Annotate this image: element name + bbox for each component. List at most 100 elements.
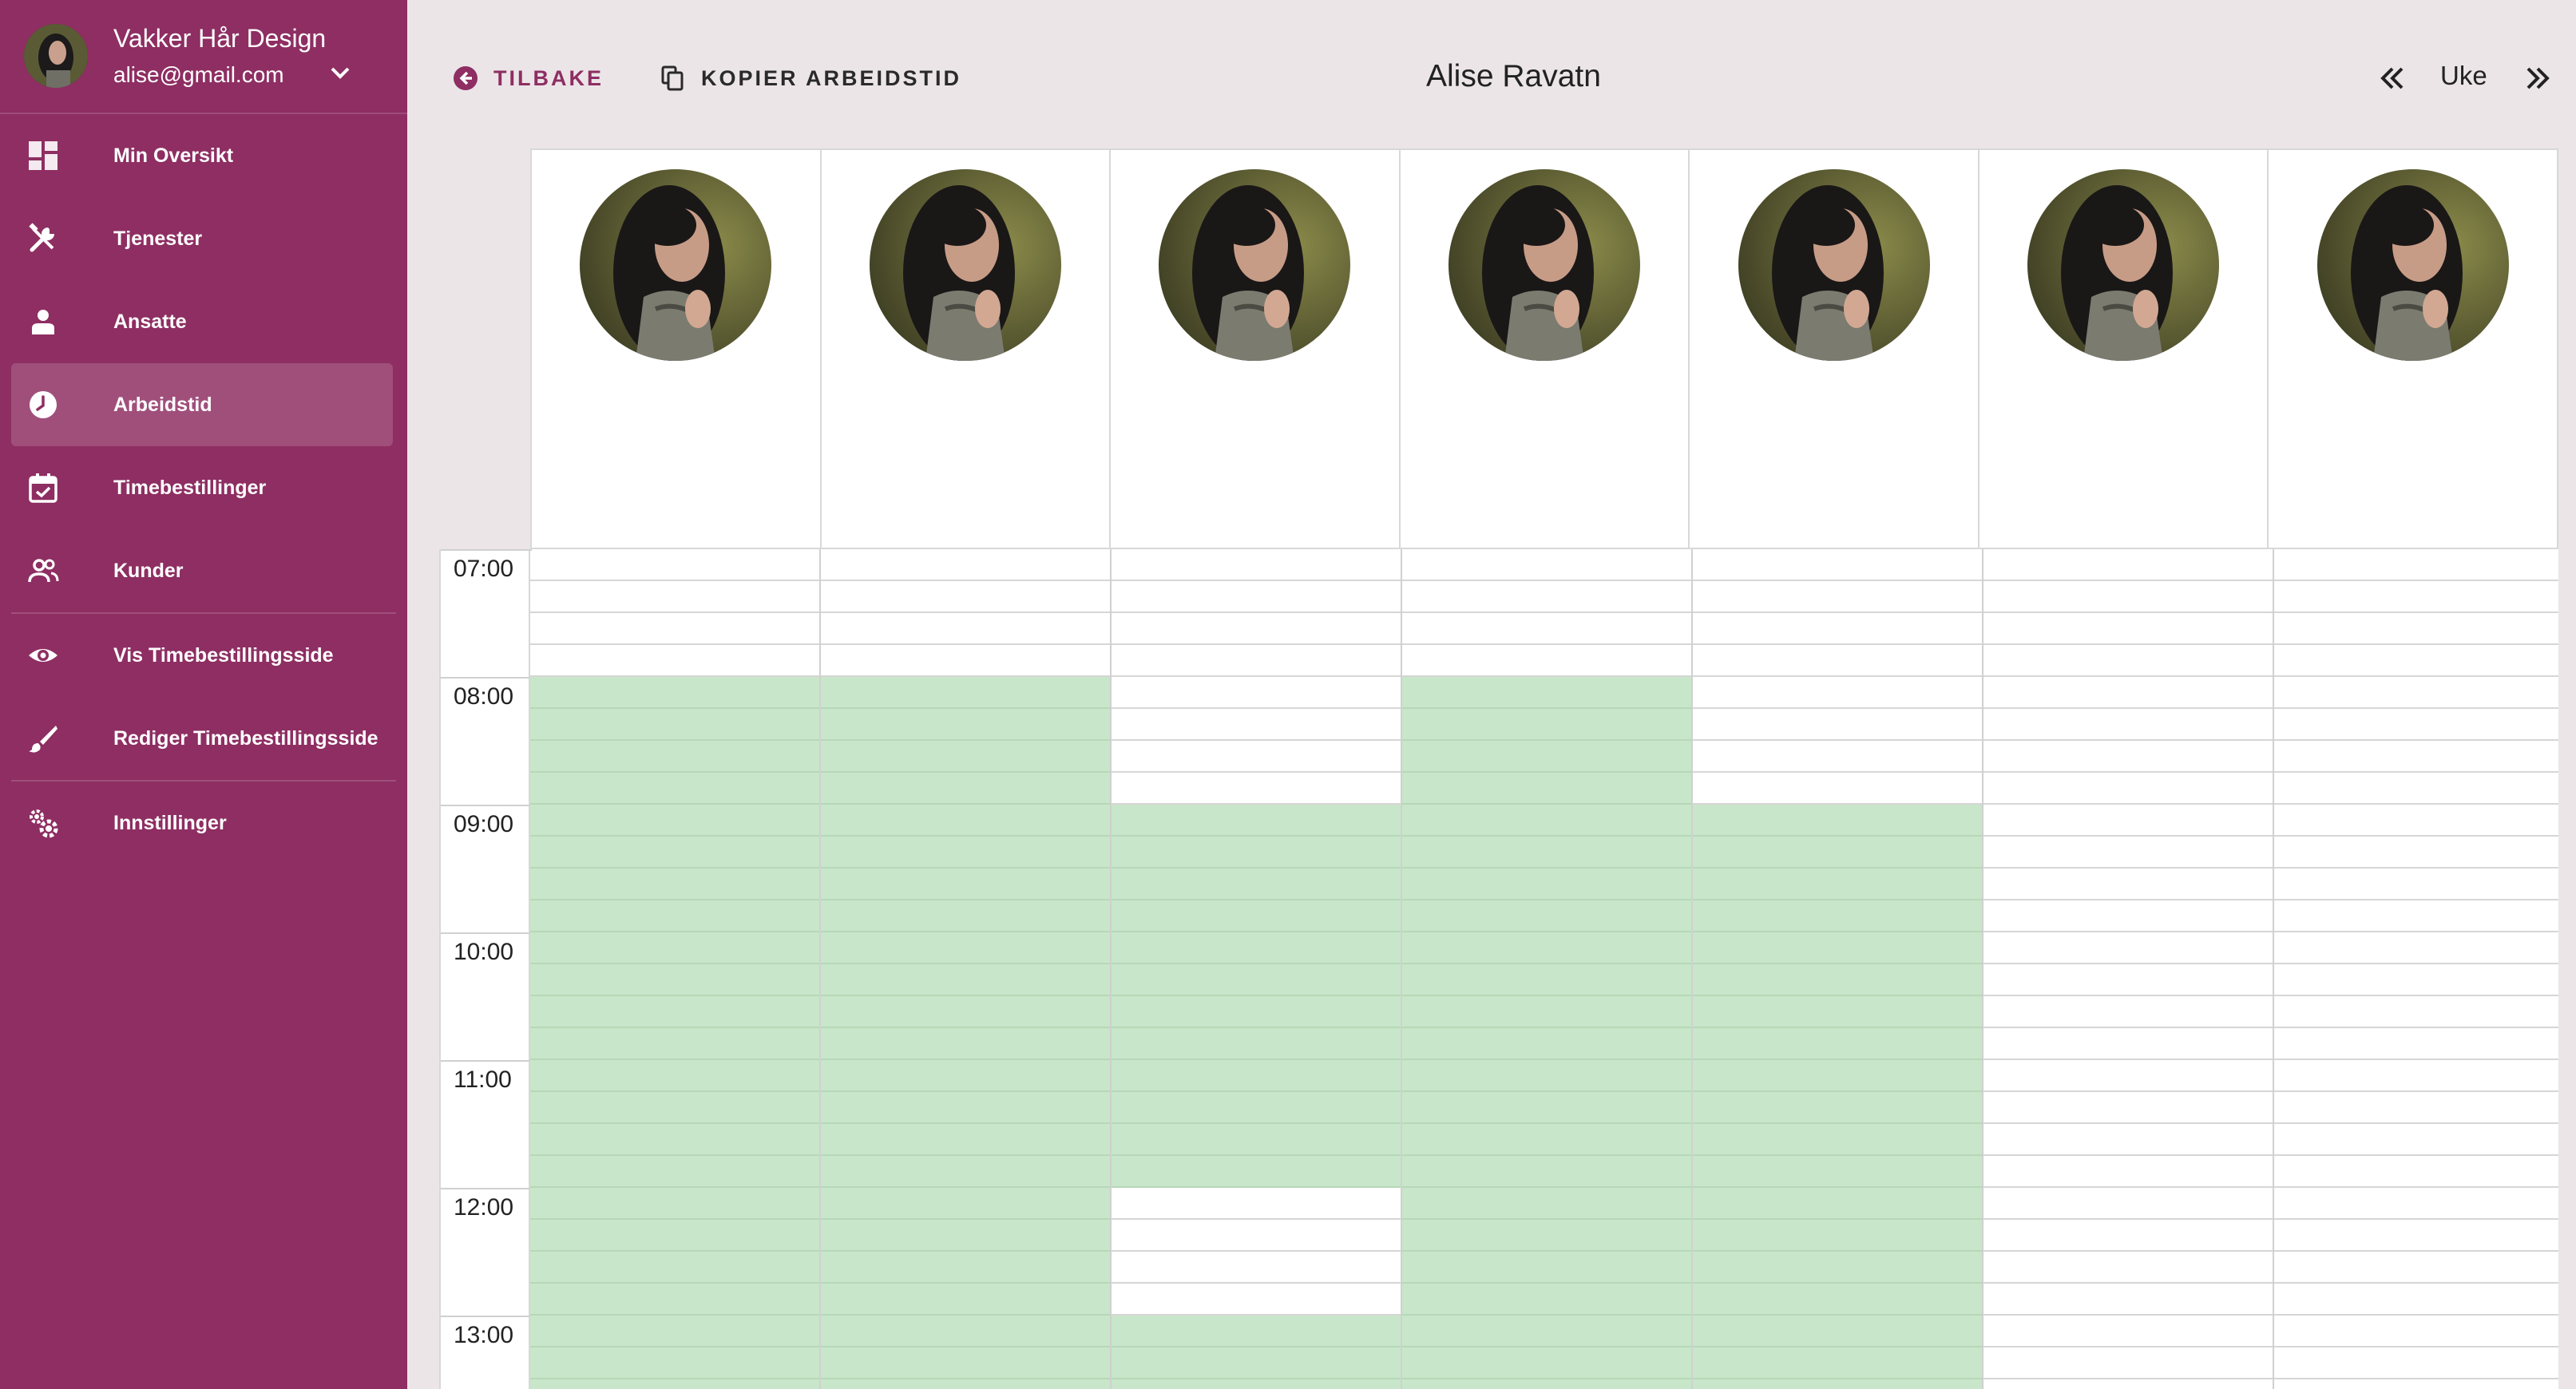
sidebar-item-vis-timebestillingsside[interactable]: Vis Timebestillingsside: [0, 614, 407, 697]
time-slot[interactable]: [2274, 741, 2558, 773]
time-slot[interactable]: [1112, 1220, 1401, 1252]
copy-hours-button[interactable]: KOPIER ARBEIDSTID: [660, 62, 961, 94]
work-slot[interactable]: [821, 1124, 1110, 1156]
chevron-double-right-icon[interactable]: [2522, 62, 2554, 94]
time-slot[interactable]: [2274, 1379, 2558, 1389]
work-slot[interactable]: [1402, 805, 1691, 837]
work-slot[interactable]: [821, 1188, 1110, 1220]
work-slot[interactable]: [530, 837, 819, 869]
work-slot[interactable]: [1693, 1092, 1982, 1124]
work-slot[interactable]: [821, 1028, 1110, 1060]
time-slot[interactable]: [2274, 1220, 2558, 1252]
work-slot[interactable]: [1112, 1379, 1401, 1389]
work-slot[interactable]: [1112, 1028, 1401, 1060]
work-slot[interactable]: [530, 741, 819, 773]
work-slot[interactable]: [821, 964, 1110, 996]
time-slot[interactable]: [1984, 837, 2273, 869]
sidebar-item-min-oversikt[interactable]: Min Oversikt: [0, 114, 407, 197]
work-slot[interactable]: [1402, 1092, 1691, 1124]
time-slot[interactable]: [2274, 1188, 2558, 1220]
work-slot[interactable]: [530, 869, 819, 900]
work-slot[interactable]: [1112, 869, 1401, 900]
time-slot[interactable]: [2274, 677, 2558, 709]
sidebar-item-kunder[interactable]: Kunder: [0, 529, 407, 612]
time-slot[interactable]: [1984, 1028, 2273, 1060]
time-slot[interactable]: [1112, 613, 1401, 645]
work-slot[interactable]: [1693, 837, 1982, 869]
time-slot[interactable]: [2274, 1028, 2558, 1060]
work-slot[interactable]: [1402, 964, 1691, 996]
work-slot[interactable]: [1693, 1284, 1982, 1316]
work-slot[interactable]: [1112, 932, 1401, 964]
time-slot[interactable]: [2274, 549, 2558, 581]
work-slot[interactable]: [1112, 1060, 1401, 1092]
work-slot[interactable]: [530, 1284, 819, 1316]
time-slot[interactable]: [2274, 1124, 2558, 1156]
sidebar-item-arbeidstid[interactable]: Arbeidstid: [11, 363, 393, 446]
time-slot[interactable]: [1693, 677, 1982, 709]
work-slot[interactable]: [1693, 1060, 1982, 1092]
work-slot[interactable]: [1402, 1220, 1691, 1252]
sidebar-item-ansatte[interactable]: Ansatte: [0, 280, 407, 363]
work-slot[interactable]: [1693, 1316, 1982, 1347]
work-slot[interactable]: [530, 900, 819, 932]
time-slot[interactable]: [1984, 1379, 2273, 1389]
work-slot[interactable]: [530, 1028, 819, 1060]
work-slot[interactable]: [530, 1252, 819, 1284]
work-slot[interactable]: [821, 996, 1110, 1028]
time-slot[interactable]: [530, 613, 819, 645]
work-slot[interactable]: [1402, 1060, 1691, 1092]
work-slot[interactable]: [821, 1156, 1110, 1188]
time-slot[interactable]: [1693, 741, 1982, 773]
work-slot[interactable]: [821, 1379, 1110, 1389]
work-slot[interactable]: [1402, 1379, 1691, 1389]
work-slot[interactable]: [1402, 837, 1691, 869]
work-slot[interactable]: [821, 1092, 1110, 1124]
work-slot[interactable]: [821, 773, 1110, 805]
time-slot[interactable]: [1984, 932, 2273, 964]
time-slot[interactable]: [2274, 932, 2558, 964]
time-slot[interactable]: [1693, 613, 1982, 645]
work-slot[interactable]: [1402, 1316, 1691, 1347]
work-slot[interactable]: [530, 932, 819, 964]
time-slot[interactable]: [2274, 996, 2558, 1028]
work-slot[interactable]: [821, 1284, 1110, 1316]
time-slot[interactable]: [1984, 996, 2273, 1028]
work-slot[interactable]: [1402, 1347, 1691, 1379]
time-slot[interactable]: [1984, 805, 2273, 837]
work-slot[interactable]: [821, 805, 1110, 837]
work-slot[interactable]: [1402, 677, 1691, 709]
time-slot[interactable]: [1984, 1156, 2273, 1188]
time-slot[interactable]: [2274, 1316, 2558, 1347]
time-slot[interactable]: [1984, 1252, 2273, 1284]
work-slot[interactable]: [821, 900, 1110, 932]
time-slot[interactable]: [1984, 964, 2273, 996]
time-slot[interactable]: [1402, 549, 1691, 581]
work-slot[interactable]: [1402, 709, 1691, 741]
time-slot[interactable]: [1112, 741, 1401, 773]
time-slot[interactable]: [530, 581, 819, 613]
work-slot[interactable]: [1402, 869, 1691, 900]
work-slot[interactable]: [821, 1220, 1110, 1252]
time-slot[interactable]: [1112, 773, 1401, 805]
time-slot[interactable]: [530, 549, 819, 581]
time-slot[interactable]: [1693, 645, 1982, 677]
work-slot[interactable]: [821, 932, 1110, 964]
time-slot[interactable]: [2274, 1347, 2558, 1379]
work-slot[interactable]: [1402, 1156, 1691, 1188]
time-slot[interactable]: [1112, 645, 1401, 677]
work-slot[interactable]: [821, 741, 1110, 773]
work-slot[interactable]: [530, 1092, 819, 1124]
work-slot[interactable]: [1693, 1028, 1982, 1060]
time-slot[interactable]: [1984, 741, 2273, 773]
work-slot[interactable]: [1693, 1347, 1982, 1379]
work-slot[interactable]: [1693, 1220, 1982, 1252]
time-slot[interactable]: [1112, 1252, 1401, 1284]
work-slot[interactable]: [1112, 837, 1401, 869]
work-slot[interactable]: [1112, 996, 1401, 1028]
work-slot[interactable]: [821, 837, 1110, 869]
work-slot[interactable]: [530, 1060, 819, 1092]
work-slot[interactable]: [821, 1347, 1110, 1379]
time-slot[interactable]: [2274, 805, 2558, 837]
time-slot[interactable]: [1984, 581, 2273, 613]
